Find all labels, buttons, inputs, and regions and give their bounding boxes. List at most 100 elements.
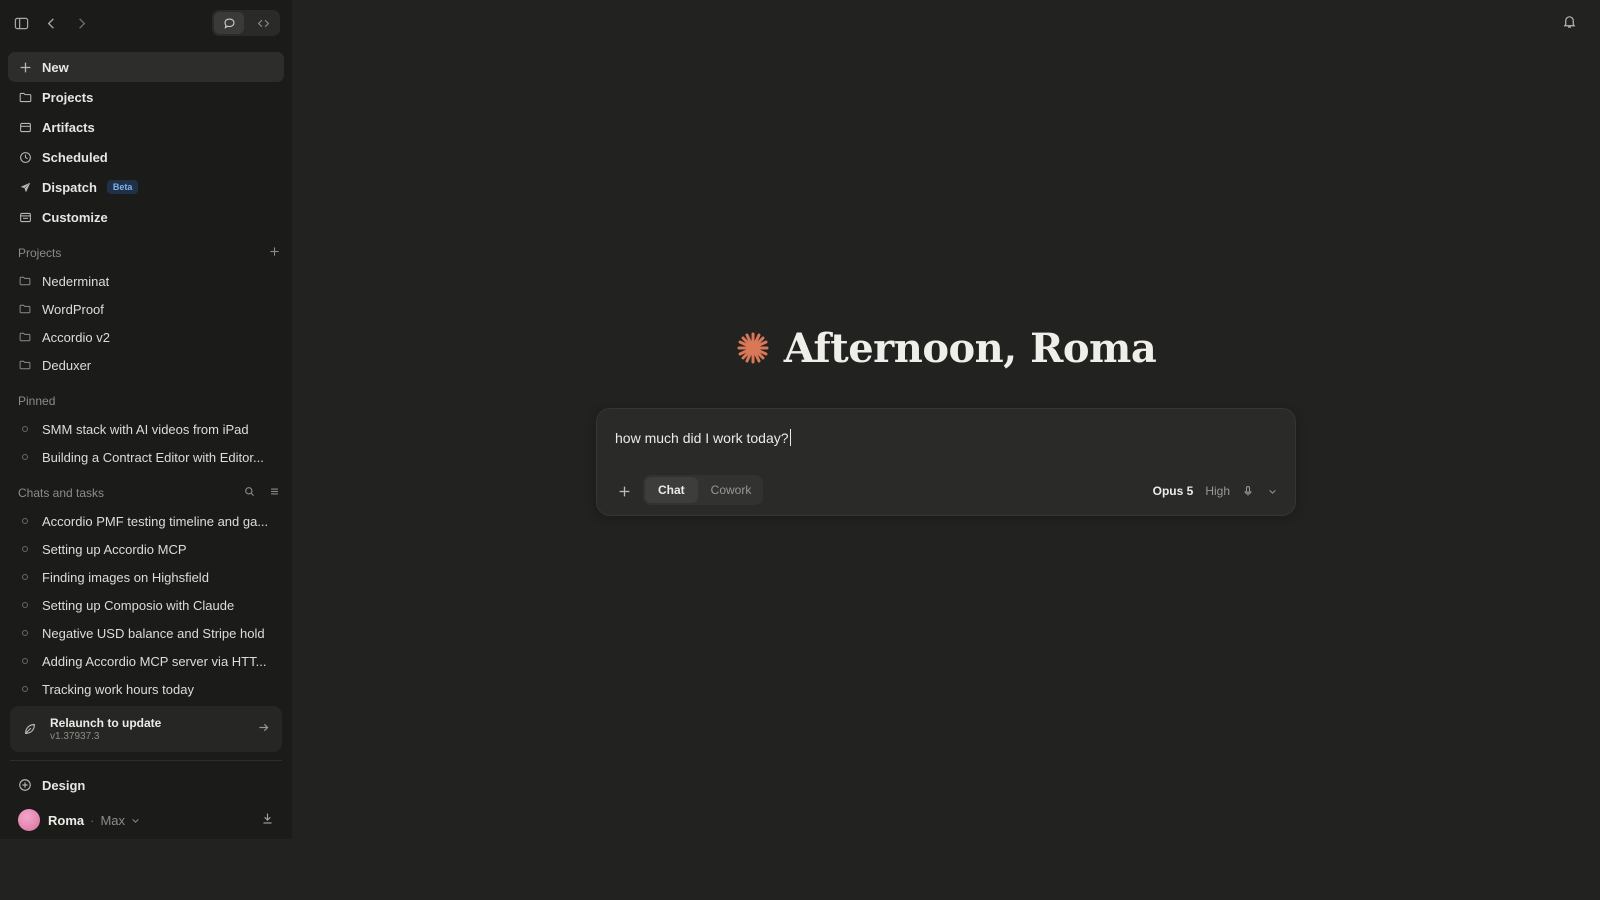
chat-item[interactable]: Tracking work hours today <box>8 676 284 702</box>
project-label: WordProof <box>42 301 104 317</box>
chat-dot-icon <box>8 426 42 432</box>
nav-label: New <box>42 59 69 75</box>
projects-section-heading: Projects <box>18 244 280 262</box>
notification-bell-icon[interactable] <box>1562 14 1577 34</box>
search-icon[interactable] <box>244 486 255 500</box>
pinned-section-heading: Pinned <box>18 392 280 410</box>
chat-item[interactable]: Finding images on Highsfield <box>8 564 284 590</box>
chat-label: Finding images on Highsfield <box>42 569 209 585</box>
leaf-icon <box>10 722 50 736</box>
chat-label: Accordio PMF testing timeline and ga... <box>42 513 269 529</box>
chevron-down-icon <box>131 816 140 825</box>
section-title: Chats and tasks <box>18 486 105 500</box>
model-name: Opus 5 <box>1152 484 1194 498</box>
chat-dot-icon <box>8 686 42 692</box>
send-icon <box>8 181 42 194</box>
add-attachment-icon[interactable] <box>613 480 635 502</box>
download-icon[interactable] <box>261 812 274 828</box>
customize-icon <box>8 211 42 224</box>
chat-dot-icon <box>8 518 42 524</box>
chat-item[interactable]: Setting up Accordio MCP <box>8 536 284 562</box>
user-name: Roma <box>48 812 85 828</box>
greeting-title: Afternoon, Roma <box>783 324 1157 372</box>
chat-mode-icon[interactable] <box>214 12 244 34</box>
forward-icon[interactable] <box>70 12 92 34</box>
sidebar-topbar <box>0 10 292 38</box>
chat-dot-icon <box>8 574 42 580</box>
update-version: v1.37937.3 <box>50 731 100 742</box>
chat-label: Tracking work hours today <box>42 681 194 697</box>
nav-dispatch[interactable]: Dispatch Beta <box>8 172 284 202</box>
add-project-icon[interactable] <box>269 246 280 260</box>
section-title: Projects <box>18 246 62 260</box>
design-icon <box>8 778 42 792</box>
prompt-input[interactable]: how much did I work today? <box>615 429 791 446</box>
filter-icon[interactable] <box>269 486 280 500</box>
project-label: Accordio v2 <box>42 329 110 345</box>
chat-composer: how much did I work today? Chat Cowork O… <box>596 408 1296 516</box>
chat-label: SMM stack with AI videos from iPad <box>42 421 249 437</box>
chats-section-heading: Chats and tasks <box>18 484 280 502</box>
nav-projects[interactable]: Projects <box>8 82 284 112</box>
chat-label: Building a Contract Editor with Editor..… <box>42 449 264 465</box>
text-caret <box>789 429 791 446</box>
section-title: Pinned <box>18 394 56 408</box>
chat-label: Setting up Composio with Claude <box>42 597 235 613</box>
pinned-chat-item[interactable]: SMM stack with AI videos from iPad <box>8 416 284 442</box>
prompt-text: how much did I work today? <box>615 429 789 446</box>
nav-label: Dispatch <box>42 179 97 195</box>
nav-scheduled[interactable]: Scheduled <box>8 142 284 172</box>
nav-label: Customize <box>42 209 108 225</box>
nav-customize[interactable]: Customize <box>8 202 284 232</box>
microphone-icon[interactable] <box>1242 485 1254 497</box>
chat-item[interactable]: Adding Accordio MCP server via HTT... <box>8 648 284 674</box>
app-window: New Projects Artifacts Scheduled Dispatc… <box>0 0 1600 900</box>
sidebar-divider <box>10 760 282 761</box>
update-title: Relaunch to update <box>50 716 162 730</box>
greeting-header: Afternoon, Roma <box>596 318 1296 378</box>
relaunch-update-card[interactable]: Relaunch to update v1.37937.3 <box>10 706 282 752</box>
project-label: Deduxer <box>42 357 92 373</box>
avatar <box>18 809 40 831</box>
chat-dot-icon <box>8 658 42 664</box>
chat-dot-icon <box>8 602 42 608</box>
mode-chat-tab[interactable]: Chat <box>645 477 698 503</box>
design-label: Design <box>42 777 86 793</box>
chat-dot-icon <box>8 630 42 636</box>
pinned-chat-item[interactable]: Building a Contract Editor with Editor..… <box>8 444 284 470</box>
arrow-right-icon <box>257 721 270 739</box>
project-item[interactable]: Nederminat <box>8 268 284 294</box>
view-mode-toggle <box>212 10 280 36</box>
chevron-down-icon[interactable] <box>1268 487 1277 496</box>
user-separator: · <box>90 812 95 828</box>
nav-label: Projects <box>42 89 94 105</box>
project-item[interactable]: WordProof <box>8 296 284 322</box>
clock-icon <box>8 151 42 164</box>
sidebar: New Projects Artifacts Scheduled Dispatc… <box>0 0 292 839</box>
chat-item[interactable]: Negative USD balance and Stripe hold <box>8 620 284 646</box>
folder-icon <box>8 275 42 287</box>
chat-dot-icon <box>8 454 42 460</box>
chat-dot-icon <box>8 546 42 552</box>
chat-label: Setting up Accordio MCP <box>42 541 187 557</box>
chat-item[interactable]: Accordio PMF testing timeline and ga... <box>8 508 284 534</box>
chat-item[interactable]: Setting up Composio with Claude <box>8 592 284 618</box>
sidebar-toggle-icon[interactable] <box>10 12 32 34</box>
folder-icon <box>8 359 42 371</box>
mode-switch: Chat Cowork <box>643 475 763 505</box>
nav-new-button[interactable]: New <box>8 52 284 82</box>
beta-badge: Beta <box>106 180 139 194</box>
folder-icon <box>8 91 42 104</box>
project-item[interactable]: Accordio v2 <box>8 324 284 350</box>
effort-level: High <box>1205 484 1230 498</box>
project-item[interactable]: Deduxer <box>8 352 284 378</box>
design-button[interactable]: Design <box>8 772 284 798</box>
model-selector[interactable]: Opus 5 High <box>1153 481 1277 501</box>
nav-artifacts[interactable]: Artifacts <box>8 112 284 142</box>
back-icon[interactable] <box>40 12 62 34</box>
code-mode-icon[interactable] <box>248 12 278 34</box>
mode-cowork-tab[interactable]: Cowork <box>698 477 765 503</box>
sparkle-logo-icon <box>736 331 770 365</box>
user-plan: Max <box>100 812 126 828</box>
user-menu[interactable]: Roma · Max <box>18 808 280 832</box>
